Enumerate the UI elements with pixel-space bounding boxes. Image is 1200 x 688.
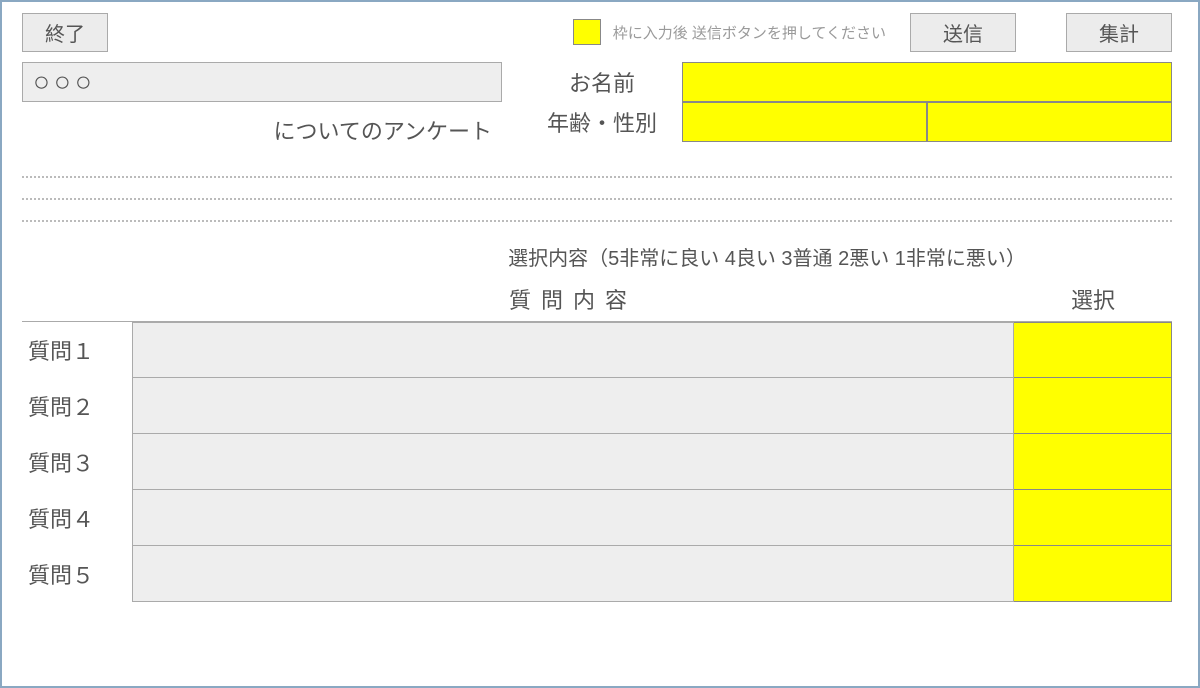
question-table-header: 質問内容 選択 xyxy=(22,283,1172,315)
title-column: ○○○ についてのアンケート xyxy=(22,62,522,146)
header-content: 質問内容 xyxy=(132,283,1014,315)
header-spacer xyxy=(22,283,132,315)
question-content-cell[interactable] xyxy=(132,378,1014,434)
question-select-cell[interactable] xyxy=(1014,434,1172,490)
title-input[interactable]: ○○○ xyxy=(22,62,502,102)
name-input[interactable] xyxy=(682,62,1172,102)
table-row: 質問５ xyxy=(22,546,1172,602)
legend-color-swatch xyxy=(573,19,601,45)
tally-button[interactable]: 集計 xyxy=(1066,13,1172,52)
name-label: お名前 xyxy=(522,62,682,102)
exit-button[interactable]: 終了 xyxy=(22,13,108,52)
question-label: 質問１ xyxy=(22,322,132,378)
separator-2 xyxy=(22,198,1172,200)
info-fields xyxy=(682,62,1172,142)
table-row: 質問２ xyxy=(22,378,1172,434)
survey-subtitle: についてのアンケート xyxy=(22,114,502,146)
question-content-cell[interactable] xyxy=(132,490,1014,546)
send-button[interactable]: 送信 xyxy=(910,13,1016,52)
question-label: 質問２ xyxy=(22,378,132,434)
question-select-cell[interactable] xyxy=(1014,490,1172,546)
info-labels: お名前 年齢・性別 xyxy=(522,62,682,142)
agegender-label: 年齢・性別 xyxy=(522,102,682,142)
question-select-cell[interactable] xyxy=(1014,322,1172,378)
question-select-cell[interactable] xyxy=(1014,546,1172,602)
question-label: 質問５ xyxy=(22,546,132,602)
question-label: 質問４ xyxy=(22,490,132,546)
toolbar: 終了 枠に入力後 送信ボタンを押してください 送信 集計 xyxy=(22,12,1172,52)
table-row: 質問４ xyxy=(22,490,1172,546)
header-block: ○○○ についてのアンケート お名前 年齢・性別 xyxy=(22,62,1172,146)
separator-3 xyxy=(22,220,1172,222)
separator-1 xyxy=(22,176,1172,178)
question-content-cell[interactable] xyxy=(132,434,1014,490)
question-label: 質問３ xyxy=(22,434,132,490)
question-select-cell[interactable] xyxy=(1014,378,1172,434)
respondent-info: お名前 年齢・性別 xyxy=(522,62,1172,142)
survey-form: 終了 枠に入力後 送信ボタンを押してください 送信 集計 ○○○ についてのアン… xyxy=(0,0,1200,688)
scale-legend: 選択内容（5非常に良い 4良い 3普通 2悪い 1非常に悪い） xyxy=(22,242,1172,271)
question-table: 質問１ 質問２ 質問３ 質問４ 質問５ xyxy=(22,321,1172,602)
question-content-cell[interactable] xyxy=(132,322,1014,378)
table-row: 質問１ xyxy=(22,322,1172,378)
header-select: 選択 xyxy=(1014,283,1172,315)
question-content-cell[interactable] xyxy=(132,546,1014,602)
legend-instruction: 枠に入力後 送信ボタンを押してください xyxy=(613,22,886,43)
table-row: 質問３ xyxy=(22,434,1172,490)
gender-input[interactable] xyxy=(927,102,1172,142)
age-input[interactable] xyxy=(682,102,927,142)
